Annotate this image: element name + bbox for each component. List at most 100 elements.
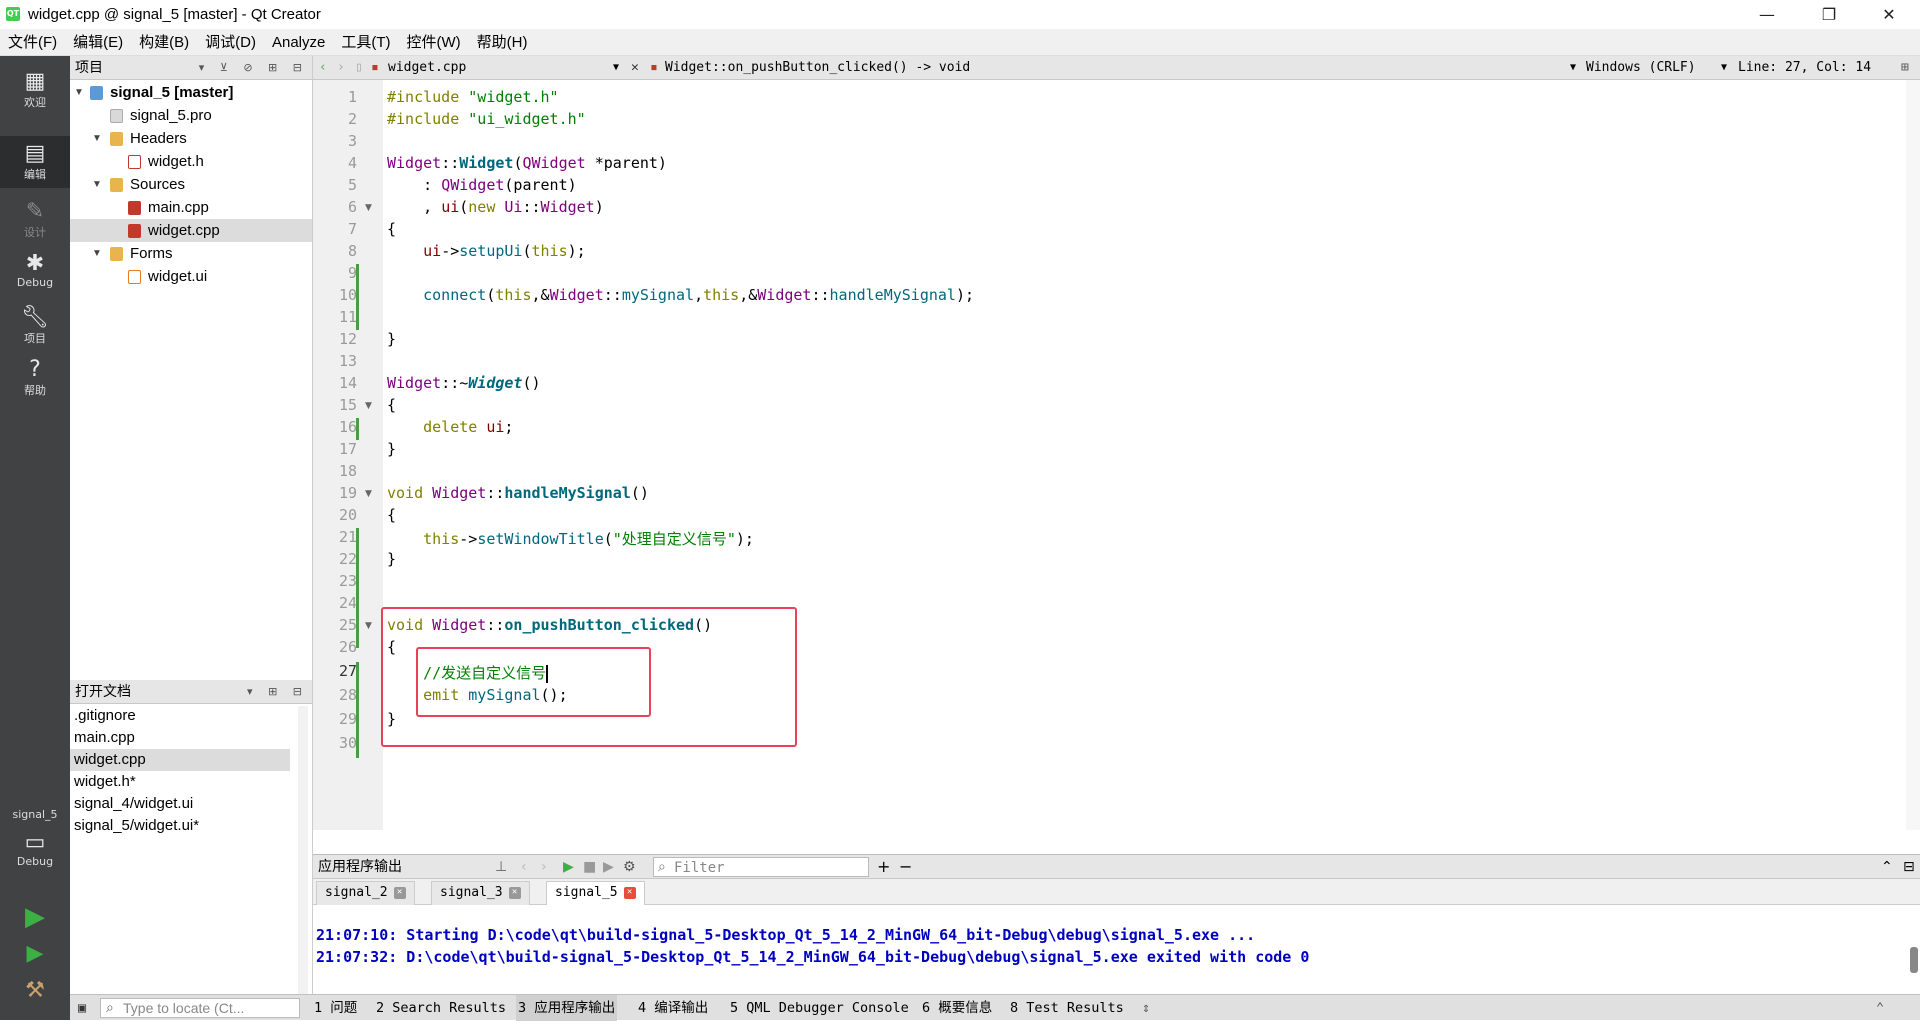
tab-signal-3[interactable]: signal_3 ✕	[431, 881, 530, 905]
toggle-sidebar-icon[interactable]: ▣	[78, 995, 86, 1021]
more-panes-icon[interactable]: ⇕	[1142, 995, 1150, 1021]
pane-compile-output[interactable]: 4 编译输出	[638, 995, 708, 1021]
debug-run-icon[interactable]: ▶	[0, 941, 70, 966]
editor-file-combo[interactable]: widget.cpp	[388, 56, 466, 80]
tab-signal-2[interactable]: signal_2 ✕	[316, 881, 415, 905]
code-line[interactable]: Widget::~Widget()	[387, 374, 541, 392]
code-line[interactable]: , ui(new Ui::Widget)	[387, 198, 604, 216]
fold-marker-icon[interactable]: ▼	[365, 203, 372, 213]
chevron-down-icon[interactable]: ▼	[1570, 56, 1576, 80]
code-line[interactable]: ui->setupUi(this);	[387, 242, 586, 260]
back-arrow-icon[interactable]: ‹	[319, 56, 327, 80]
close-tab-icon[interactable]: ✕	[508, 886, 521, 899]
code-line[interactable]: }	[387, 330, 396, 348]
tree-item-pro[interactable]: signal_5.pro	[70, 104, 312, 127]
code-line[interactable]: #include "ui_widget.h"	[387, 110, 586, 128]
attach-icon[interactable]: ⊥	[495, 855, 507, 879]
code-line[interactable]: : QWidget(parent)	[387, 176, 577, 194]
next-arrow-icon[interactable]: ›	[541, 855, 547, 879]
menu-build[interactable]: 构建(B)	[131, 29, 197, 56]
forward-arrow-icon[interactable]: ›	[337, 56, 345, 80]
maximize-panel-icon[interactable]: ⌃	[1881, 855, 1893, 879]
pane-issues[interactable]: 1 问题	[314, 995, 357, 1021]
code-line[interactable]: }	[387, 440, 396, 458]
tree-root[interactable]: ▼ signal_5 [master]	[70, 81, 312, 104]
menu-file[interactable]: 文件(F)	[0, 29, 65, 56]
mode-projects[interactable]: 🔧︎ 项目	[0, 306, 70, 346]
mode-welcome[interactable]: ▦ 欢迎	[0, 70, 70, 110]
mode-debug[interactable]: ✱ Debug	[0, 252, 70, 290]
tree-folder-sources[interactable]: ▼ Sources	[70, 173, 312, 196]
menu-controls[interactable]: 控件(W)	[399, 29, 469, 56]
stop-icon[interactable]: ■	[583, 855, 596, 879]
code-line[interactable]: {	[387, 396, 396, 414]
open-doc-item[interactable]: signal_5/widget.ui*	[70, 815, 290, 837]
mode-help[interactable]: ? 帮助	[0, 358, 70, 398]
remove-icon[interactable]: −	[899, 855, 912, 879]
add-icon[interactable]: +	[877, 855, 890, 879]
menu-help[interactable]: 帮助(H)	[469, 29, 536, 56]
open-doc-item[interactable]: .gitignore	[70, 705, 290, 727]
debug-icon[interactable]: ▶	[603, 855, 614, 879]
open-doc-item[interactable]: widget.h*	[70, 771, 290, 793]
prev-arrow-icon[interactable]: ‹	[521, 855, 527, 879]
open-doc-item[interactable]: signal_4/widget.ui	[70, 793, 290, 815]
tab-signal-5[interactable]: signal_5 ✕	[546, 881, 645, 905]
line-ending-combo[interactable]: Windows (CRLF)	[1586, 56, 1696, 80]
chevron-down-icon[interactable]: ▼	[1721, 56, 1727, 80]
close-panel-icon[interactable]: ⊟	[1903, 855, 1915, 879]
close-file-icon[interactable]: ✕	[631, 56, 639, 80]
chevron-down-icon[interactable]: ▼	[613, 56, 619, 80]
kit-selector[interactable]: ▭ Debug	[0, 831, 70, 869]
build-hammer-icon[interactable]: ⚒	[0, 978, 70, 1003]
panel-tools-icon[interactable]: ▾ ⊞ ⊟	[247, 680, 308, 704]
pane-application-output[interactable]: 3 应用程序输出	[516, 995, 618, 1021]
restore-button[interactable]: ❐	[1806, 0, 1852, 29]
locator-input[interactable]: ⌕ Type to locate (Ct...	[100, 998, 300, 1018]
pane-test-results[interactable]: 8 Test Results	[1010, 995, 1124, 1021]
editor-scrollbar[interactable]	[1906, 80, 1920, 830]
output-scrollbar[interactable]	[1910, 947, 1918, 973]
menu-edit[interactable]: 编辑(E)	[65, 29, 131, 56]
code-line[interactable]: {	[387, 220, 396, 238]
pane-general-messages[interactable]: 6 概要信息	[922, 995, 992, 1021]
code-line[interactable]: Widget::Widget(QWidget *parent)	[387, 154, 667, 172]
menu-tools[interactable]: 工具(T)	[333, 29, 398, 56]
close-tab-icon[interactable]: ✕	[623, 886, 636, 899]
panel-tools-icon[interactable]: ▾ ⊻ ⊘ ⊞ ⊟	[199, 56, 308, 80]
code-line[interactable]: void Widget::handleMySignal()	[387, 484, 649, 502]
pane-search-results[interactable]: 2 Search Results	[376, 995, 506, 1021]
tree-item-widget-h[interactable]: widget.h	[70, 150, 312, 173]
close-button[interactable]: ✕	[1866, 0, 1912, 29]
run-icon[interactable]: ▶	[0, 902, 70, 932]
fold-marker-icon[interactable]: ▼	[365, 489, 372, 499]
symbol-combo[interactable]: Widget::on_pushButton_clicked() -> void	[665, 56, 970, 80]
tree-item-main-cpp[interactable]: main.cpp	[70, 196, 312, 219]
progress-toggle-icon[interactable]: ⌃	[1876, 995, 1884, 1021]
tree-item-widget-ui[interactable]: widget.ui	[70, 265, 312, 288]
code-line[interactable]: #include "widget.h"	[387, 88, 559, 106]
split-icon[interactable]: ⊞	[1901, 56, 1909, 80]
tree-item-widget-cpp[interactable]: widget.cpp	[70, 219, 312, 242]
menu-debug[interactable]: 调试(D)	[197, 29, 264, 56]
filter-input[interactable]: ⌕ Filter	[653, 857, 869, 877]
fold-marker-icon[interactable]: ▼	[365, 401, 372, 411]
mode-design[interactable]: ✎ 设计	[0, 200, 70, 240]
code-line[interactable]: delete ui;	[387, 418, 513, 436]
close-tab-icon[interactable]: ✕	[393, 886, 406, 899]
tree-folder-forms[interactable]: ▼ Forms	[70, 242, 312, 265]
gear-icon[interactable]: ⚙	[623, 855, 636, 879]
run-icon[interactable]: ▶	[563, 855, 574, 879]
tree-folder-headers[interactable]: ▼ Headers	[70, 127, 312, 150]
open-docs-scrollbar[interactable]	[298, 706, 308, 994]
code-line[interactable]: }	[387, 550, 396, 568]
cursor-position[interactable]: Line: 27, Col: 14	[1738, 56, 1871, 80]
fold-marker-icon[interactable]: ▼	[365, 621, 372, 631]
code-line[interactable]: {	[387, 506, 396, 524]
pane-qml-debugger[interactable]: 5 QML Debugger Console	[730, 995, 909, 1021]
menu-analyze[interactable]: Analyze	[264, 29, 333, 56]
mode-edit[interactable]: ▤ 编辑	[0, 136, 70, 188]
code-line[interactable]: connect(this,&Widget::mySignal,this,&Wid…	[387, 286, 974, 304]
kit-selector-name[interactable]: signal_5	[0, 808, 70, 821]
code-line[interactable]: this->setWindowTitle("处理自定义信号");	[387, 528, 754, 549]
